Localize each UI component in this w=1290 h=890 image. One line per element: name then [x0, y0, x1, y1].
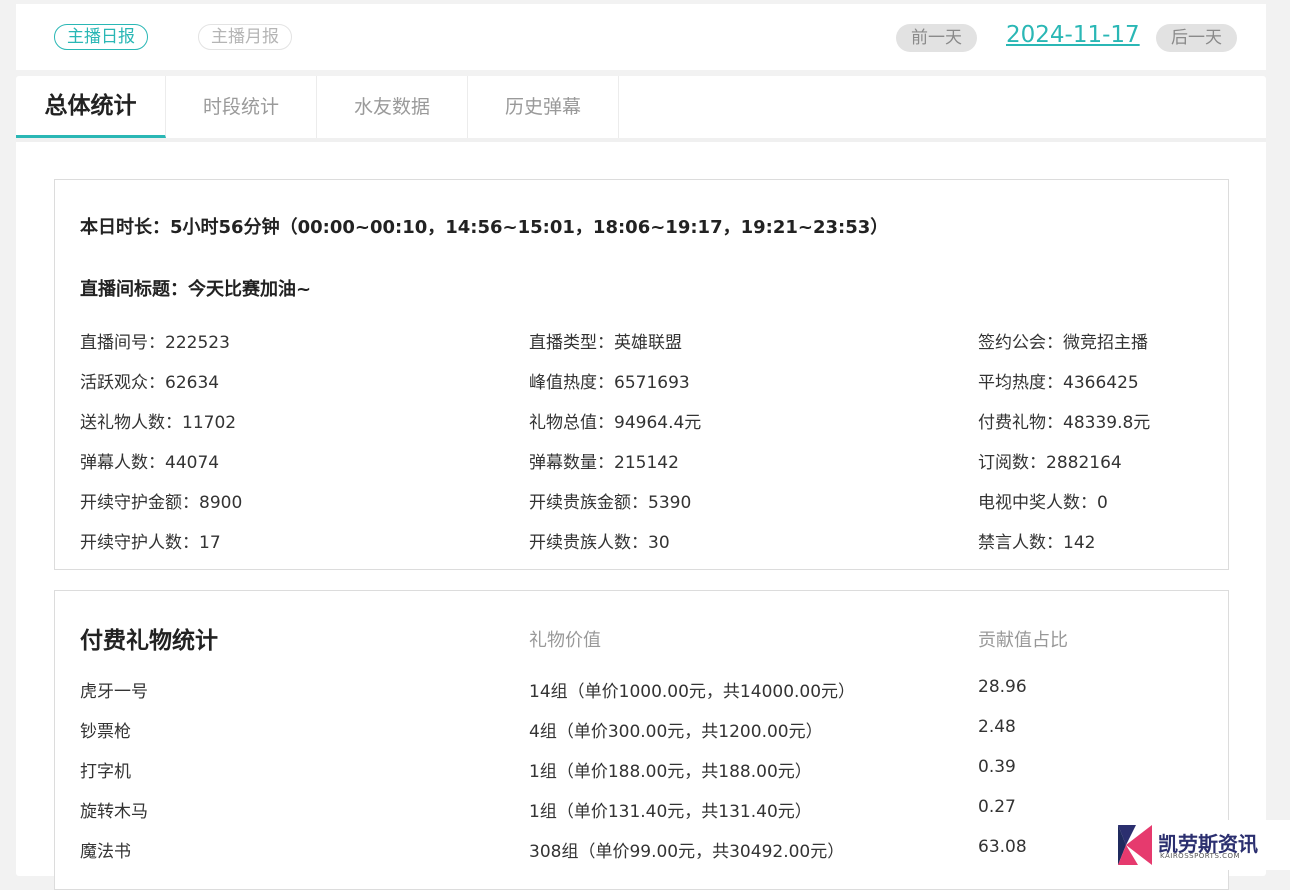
gift-value: 1组（单价131.40元，共131.40元） [529, 802, 812, 822]
stat-danmaku-count: 弹幕数量：215142 [529, 453, 679, 473]
watermark-subtext: KAIROSSPORTS.COM [1160, 852, 1241, 860]
gift-name: 钞票枪 [80, 722, 131, 742]
stat-active-viewers: 活跃观众：62634 [80, 373, 220, 393]
gift-ratio: 63.08 [978, 837, 1027, 857]
gift-value: 4组（单价300.00元，共1200.00元） [529, 722, 823, 742]
stat-danmaku-users: 弹幕人数：44074 [80, 453, 220, 473]
tab-history-danmaku[interactable]: 历史弹幕 [468, 76, 619, 138]
watermark: 凯劳斯资讯 KAIROSSPORTS.COM [1112, 820, 1290, 870]
stat-noble-amount: 开续贵族金额：5390 [529, 493, 692, 513]
stat-live-type: 直播类型：英雄联盟 [529, 333, 682, 353]
next-day-button[interactable]: 后一天 [1156, 24, 1237, 52]
stats-tabs: 总体统计 时段统计 水友数据 历史弹幕 [16, 76, 619, 138]
col-gift-value: 礼物价值 [529, 630, 601, 651]
room-title: 直播间标题：今天比赛加油~ [80, 279, 312, 300]
stat-tv-winners: 电视中奖人数：0 [978, 493, 1108, 513]
stat-guard-amount: 开续守护金额：8900 [80, 493, 243, 513]
stat-room-id: 直播间号：222523 [80, 333, 230, 353]
gift-name: 虎牙一号 [80, 682, 148, 702]
gift-ratio: 28.96 [978, 677, 1027, 697]
stat-guard-count: 开续守护人数：17 [80, 533, 221, 553]
live-duration: 本日时长：5小时56分钟（00:00~00:10，14:56~15:01，18:… [80, 217, 889, 238]
gift-value: 1组（单价188.00元，共188.00元） [529, 762, 812, 782]
paid-gift-card: 付费礼物统计 礼物价值 贡献值占比 虎牙一号 14组（单价1000.00元，共1… [54, 590, 1229, 890]
stat-gift-total: 礼物总值：94964.4元 [529, 413, 702, 433]
daily-report-tab[interactable]: 主播日报 [54, 24, 148, 50]
gift-name: 魔法书 [80, 842, 131, 862]
gift-value: 14组（单价1000.00元，共14000.00元） [529, 682, 856, 702]
main-panel: 总体统计 时段统计 水友数据 历史弹幕 本日时长：5小时56分钟（00:00~0… [16, 76, 1266, 890]
summary-card: 本日时长：5小时56分钟（00:00~00:10，14:56~15:01，18:… [54, 179, 1229, 570]
tab-divider [16, 138, 1266, 142]
tab-overall[interactable]: 总体统计 [16, 76, 166, 138]
tab-period[interactable]: 时段统计 [166, 76, 317, 138]
col-contribution-ratio: 贡献值占比 [978, 630, 1068, 651]
stat-muted-count: 禁言人数：142 [978, 533, 1096, 553]
gift-value: 308组（单价99.00元，共30492.00元） [529, 842, 845, 862]
stat-avg-heat: 平均热度：4366425 [978, 373, 1139, 393]
stat-paid-gifts: 付费礼物：48339.8元 [978, 413, 1151, 433]
watermark-logo-icon [1118, 825, 1152, 865]
stat-noble-count: 开续贵族人数：30 [529, 533, 670, 553]
gift-name: 打字机 [80, 762, 131, 782]
gift-name: 旋转木马 [80, 802, 148, 822]
gift-ratio: 2.48 [978, 717, 1016, 737]
monthly-report-tab[interactable]: 主播月报 [198, 24, 292, 50]
paid-gift-title: 付费礼物统计 [80, 628, 218, 654]
stat-gift-senders: 送礼物人数：11702 [80, 413, 237, 433]
stat-subscriptions: 订阅数：2882164 [978, 453, 1122, 473]
gift-ratio: 0.27 [978, 797, 1016, 817]
stat-guild: 签约公会：微竞招主播 [978, 333, 1148, 353]
tab-fans[interactable]: 水友数据 [317, 76, 468, 138]
date-link[interactable]: 2024-11-17 [1006, 22, 1140, 48]
top-bar: 主播日报 主播月报 前一天 2024-11-17 后一天 [16, 4, 1266, 70]
gift-ratio: 0.39 [978, 757, 1016, 777]
prev-day-button[interactable]: 前一天 [896, 24, 977, 52]
stat-peak-heat: 峰值热度：6571693 [529, 373, 690, 393]
